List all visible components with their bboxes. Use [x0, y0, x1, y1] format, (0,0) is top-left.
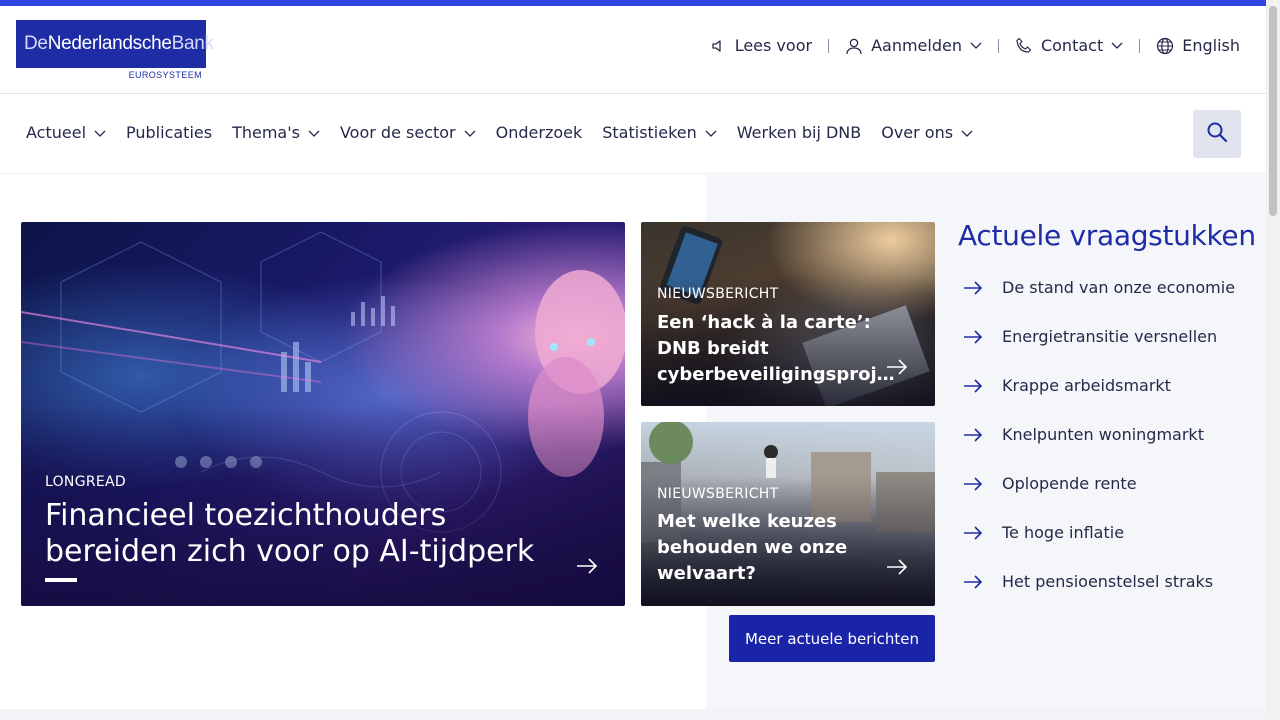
- read-aloud-button[interactable]: Lees voor: [711, 36, 812, 55]
- arrow-right-icon: [576, 558, 598, 578]
- logo-subtitle: EUROSYSTEEM: [128, 70, 202, 80]
- issue-label: Oplopende rente: [1002, 474, 1137, 493]
- nav-item-label: Voor de sector: [339, 123, 456, 142]
- nav-item-label: Publicaties: [126, 123, 213, 142]
- read-aloud-label: Lees voor: [734, 36, 813, 55]
- language-label: English: [1182, 36, 1240, 55]
- issue-label: Te hoge inflatie: [1002, 523, 1125, 542]
- issue-link[interactable]: Het pensioenstelsel straks: [958, 557, 1256, 606]
- issue-label: Knelpunten woningmarkt: [1002, 425, 1204, 444]
- arrow-right-icon: [958, 525, 1002, 540]
- main-nav-list: Actueel Publicaties Thema's Voor de sector O…: [26, 123, 973, 142]
- footer-strip: [0, 709, 1266, 720]
- nav-item-label: Over ons: [881, 123, 954, 142]
- nav-item-over-ons[interactable]: Over ons: [881, 123, 973, 142]
- nav-item-label: Thema's: [232, 123, 300, 142]
- issue-link[interactable]: Knelpunten woningmarkt: [958, 410, 1256, 459]
- chevron-down-icon: [94, 123, 106, 142]
- main-content: LONGREAD Financieel toezichthouders bere…: [0, 175, 1266, 709]
- site-header: De Nederlandsche Bank EUROSYSTEEM Lees voo…: [0, 6, 1266, 94]
- main-navigation: Actueel Publicaties Thema's Voor de sector O…: [0, 94, 1266, 174]
- issue-link[interactable]: De stand van onze economie: [958, 263, 1256, 312]
- news-card-2-title: Met welke keuzes behouden we onze welvaa…: [657, 511, 848, 584]
- news-card-2-type: NIEUWSBERICHT: [657, 486, 779, 502]
- nav-item-thema-s[interactable]: Thema's: [232, 123, 320, 142]
- arrow-right-icon: [886, 359, 908, 379]
- login-dropdown[interactable]: Aanmelden: [845, 36, 982, 55]
- issue-label: Energietransitie versnellen: [1002, 327, 1218, 346]
- dnb-logo[interactable]: De Nederlandsche Bank EUROSYSTEEM: [16, 20, 214, 88]
- logo-wordmark: De Nederlandsche Bank: [16, 20, 214, 68]
- issue-link[interactable]: Energietransitie versnellen: [958, 312, 1256, 361]
- arrow-right-icon: [958, 476, 1002, 491]
- news-card-1-type: NIEUWSBERICHT: [657, 286, 779, 302]
- logo-text-bank: Bank: [171, 33, 214, 54]
- chevron-down-icon: [308, 123, 320, 142]
- login-label: Aanmelden: [871, 36, 962, 55]
- featured-card[interactable]: LONGREAD Financieel toezichthouders bere…: [21, 222, 625, 606]
- issue-label: Het pensioenstelsel straks: [1002, 572, 1214, 591]
- globe-icon: [1156, 37, 1174, 55]
- language-switch[interactable]: English: [1156, 36, 1240, 55]
- more-news-button[interactable]: Meer actuele berichten: [729, 615, 935, 662]
- scrollbar-thumb[interactable]: [1269, 6, 1277, 216]
- arrow-right-icon: [958, 427, 1002, 442]
- issue-label: Krappe arbeidsmarkt: [1002, 376, 1171, 395]
- arrow-right-icon: [958, 574, 1002, 589]
- featured-underline: [45, 578, 77, 582]
- current-issues-list: De stand van onze economie Energietransit…: [958, 263, 1256, 606]
- arrow-right-icon: [958, 378, 1002, 393]
- logo-text-nederlandsche: Nederlandsche: [47, 33, 172, 54]
- nav-item-actueel[interactable]: Actueel: [26, 123, 106, 142]
- issue-link[interactable]: Krappe arbeidsmarkt: [958, 361, 1256, 410]
- current-issues-title: Actuele vraagstukken: [958, 219, 1256, 252]
- nav-item-voor-de-sector[interactable]: Voor de sector: [340, 123, 476, 142]
- nav-item-publicaties[interactable]: Publicaties: [126, 123, 212, 142]
- featured-title: Financieel toezichthouders bereiden zich…: [45, 498, 535, 569]
- utility-nav: Lees voor Aanmelden Contact English: [711, 36, 1240, 55]
- phone-icon: [1015, 37, 1033, 55]
- divider: [997, 38, 999, 53]
- search-button[interactable]: [1193, 110, 1241, 158]
- user-icon: [845, 37, 863, 55]
- nav-item-werken-bij-dnb[interactable]: Werken bij DNB: [737, 123, 861, 142]
- nav-item-label: Werken bij DNB: [736, 123, 862, 142]
- issue-link[interactable]: Oplopende rente: [958, 459, 1256, 508]
- speaker-icon: [711, 38, 727, 54]
- chevron-down-icon: [961, 123, 973, 142]
- search-icon: [1206, 121, 1228, 147]
- issue-link[interactable]: Te hoge inflatie: [958, 508, 1256, 557]
- chevron-down-icon: [1111, 42, 1123, 50]
- current-issues: Actuele vraagstukken De stand van onze e…: [958, 219, 1256, 606]
- divider: [1139, 38, 1141, 53]
- arrow-right-icon: [958, 329, 1002, 344]
- nav-item-statistieken[interactable]: Statistieken: [602, 123, 717, 142]
- arrow-right-icon: [886, 559, 908, 579]
- contact-dropdown[interactable]: Contact: [1015, 36, 1123, 55]
- chevron-down-icon: [705, 123, 717, 142]
- nav-item-label: Statistieken: [602, 123, 697, 142]
- featured-type: LONGREAD: [45, 474, 126, 490]
- news-card-2[interactable]: NIEUWSBERICHT Met welke keuzes behouden …: [641, 422, 935, 606]
- nav-item-label: Onderzoek: [495, 123, 583, 142]
- news-card-1-title: Een ‘hack à la carte’: DNB breidt cyberb…: [657, 312, 895, 385]
- arrow-right-icon: [958, 280, 1002, 295]
- chevron-down-icon: [464, 123, 476, 142]
- issue-label: De stand van onze economie: [1002, 278, 1236, 297]
- chevron-down-icon: [970, 42, 982, 50]
- nav-item-onderzoek[interactable]: Onderzoek: [496, 123, 583, 142]
- divider: [828, 38, 830, 53]
- nav-item-label: Actueel: [26, 123, 87, 142]
- news-card-1[interactable]: NIEUWSBERICHT Een ‘hack à la carte’: DNB…: [641, 222, 935, 406]
- page-scrollbar[interactable]: [1266, 0, 1280, 720]
- contact-label: Contact: [1040, 36, 1104, 55]
- logo-text-de: De: [24, 33, 48, 54]
